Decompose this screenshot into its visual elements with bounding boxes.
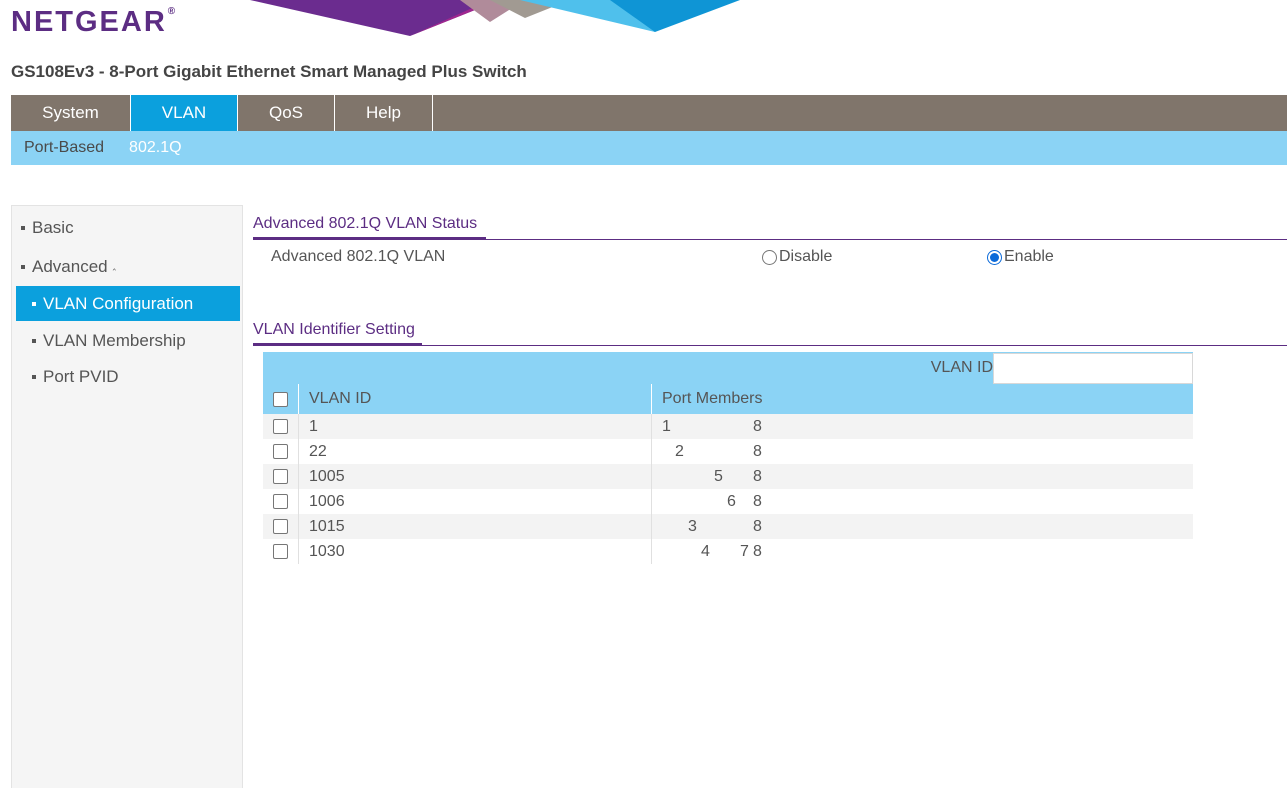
vlan-id-cell: 1006	[299, 489, 652, 514]
sidebar-item-vlan-configuration[interactable]: VLAN Configuration	[16, 286, 240, 321]
port-number: 8	[753, 518, 762, 535]
vlan-id-input-label: VLAN ID	[930, 359, 993, 376]
radio-enable[interactable]: Enable	[987, 248, 1054, 266]
section-title-vlan-status: Advanced 802.1Q VLAN Status	[253, 215, 478, 232]
header-banner-graphic	[250, 0, 740, 36]
vlan-id-cell: 1015	[299, 514, 652, 539]
port-members-cell: 1 8	[652, 414, 1193, 439]
section-divider	[253, 345, 1287, 346]
column-header-port-members: Port Members	[662, 390, 763, 407]
page: NETGEAR® GS108Ev3 - 8-Port Gigabit Ether…	[0, 0, 1287, 788]
vlan-id-cell: 1005	[299, 464, 652, 489]
row-checkbox[interactable]	[273, 544, 288, 559]
sidebar-item-vlan-membership[interactable]: VLAN Membership	[32, 331, 186, 351]
row-checkbox[interactable]	[273, 519, 288, 534]
port-members-cell: 5 8	[652, 464, 1193, 489]
port-members-cell: 6 8	[652, 489, 1193, 514]
port-number: 5	[714, 468, 723, 485]
product-title: GS108Ev3 - 8-Port Gigabit Ethernet Smart…	[11, 62, 527, 81]
column-header-vlan-id: VLAN ID	[299, 384, 652, 414]
vlan-id-cell: 22	[299, 439, 652, 464]
sidebar-item-label: Advanced	[32, 257, 108, 276]
sidebar: Basic Advanced ‸ VLAN Configuration VLAN…	[11, 205, 243, 788]
logo-text: NETGEAR	[11, 6, 167, 38]
advanced-vlan-label: Advanced 802.1Q VLAN	[271, 248, 446, 265]
tab-vlan[interactable]: VLAN	[131, 95, 238, 131]
registered-mark: ®	[167, 6, 176, 17]
port-number: 6	[727, 493, 736, 510]
port-members-cell: 3 8	[652, 514, 1193, 539]
port-number: 3	[688, 518, 697, 535]
port-number: 7	[740, 543, 749, 560]
vlan-id-input[interactable]	[993, 353, 1193, 384]
sidebar-item-label: VLAN Membership	[43, 331, 186, 350]
port-number: 8	[753, 493, 762, 510]
select-all-cell	[263, 384, 299, 414]
port-number: 8	[753, 443, 762, 460]
table-row: 22 2 8	[263, 439, 1193, 464]
row-checkbox[interactable]	[273, 444, 288, 459]
sidebar-item-label: VLAN Configuration	[43, 293, 194, 313]
subtab-port-based[interactable]: Port-Based	[24, 139, 104, 157]
table-row: 1030 4 7 8	[263, 539, 1193, 564]
vlan-table: VLAN ID VLAN ID Port Members 1 1 8 22 2	[263, 352, 1193, 564]
port-members-cell: 4 7 8	[652, 539, 1193, 564]
radio-button[interactable]	[762, 249, 777, 265]
port-number: 8	[753, 543, 762, 560]
table-header: VLAN ID Port Members	[263, 384, 1193, 414]
bullet-icon	[32, 301, 36, 306]
section-divider	[253, 239, 1287, 240]
row-checkbox[interactable]	[273, 494, 288, 509]
sidebar-item-port-pvid[interactable]: Port PVID	[32, 367, 119, 387]
table-row: 1015 3 8	[263, 514, 1193, 539]
radio-label: Disable	[779, 248, 833, 265]
tab-system[interactable]: System	[11, 95, 131, 131]
table-row: 1 1 8	[263, 414, 1193, 439]
table-row: 1006 6 8	[263, 489, 1193, 514]
port-number: 8	[753, 468, 762, 485]
tab-help[interactable]: Help	[335, 95, 433, 131]
top-nav: System VLAN QoS Help	[11, 95, 1287, 131]
port-number: 1	[662, 418, 671, 435]
sidebar-item-advanced[interactable]: Advanced ‸	[21, 257, 116, 277]
sub-nav: Port-Based 802.1Q	[11, 131, 1287, 165]
section-title-identifier: VLAN Identifier Setting	[253, 321, 415, 338]
netgear-logo[interactable]: NETGEAR®	[11, 6, 175, 39]
sidebar-item-basic[interactable]: Basic	[21, 218, 74, 238]
port-number: 4	[701, 543, 710, 560]
radio-disable[interactable]: Disable	[762, 248, 832, 266]
vlan-id-cell: 1030	[299, 539, 652, 564]
chevron-up-icon: ‸	[112, 259, 117, 271]
bullet-icon	[21, 265, 25, 269]
table-row: 1005 5 8	[263, 464, 1193, 489]
vlan-id-entry-row: VLAN ID	[263, 352, 1193, 384]
sidebar-item-label: Port PVID	[43, 367, 119, 386]
row-checkbox[interactable]	[273, 469, 288, 484]
subtab-802-1q[interactable]: 802.1Q	[129, 139, 181, 157]
tab-qos[interactable]: QoS	[238, 95, 335, 131]
select-all-checkbox[interactable]	[273, 391, 288, 407]
bullet-icon	[32, 375, 36, 379]
bullet-icon	[32, 339, 36, 343]
table-body: 1 1 8 22 2 8 1005 5 8 1006 6 8 1015 3 8 …	[263, 414, 1193, 564]
port-members-cell: 2 8	[652, 439, 1193, 464]
radio-label: Enable	[1004, 248, 1054, 265]
port-number: 8	[753, 418, 762, 435]
radio-button[interactable]	[987, 249, 1002, 265]
port-number: 2	[675, 443, 684, 460]
sidebar-item-label: Basic	[32, 218, 74, 237]
vlan-id-cell: 1	[299, 414, 652, 439]
row-checkbox[interactable]	[273, 419, 288, 434]
bullet-icon	[21, 226, 25, 230]
